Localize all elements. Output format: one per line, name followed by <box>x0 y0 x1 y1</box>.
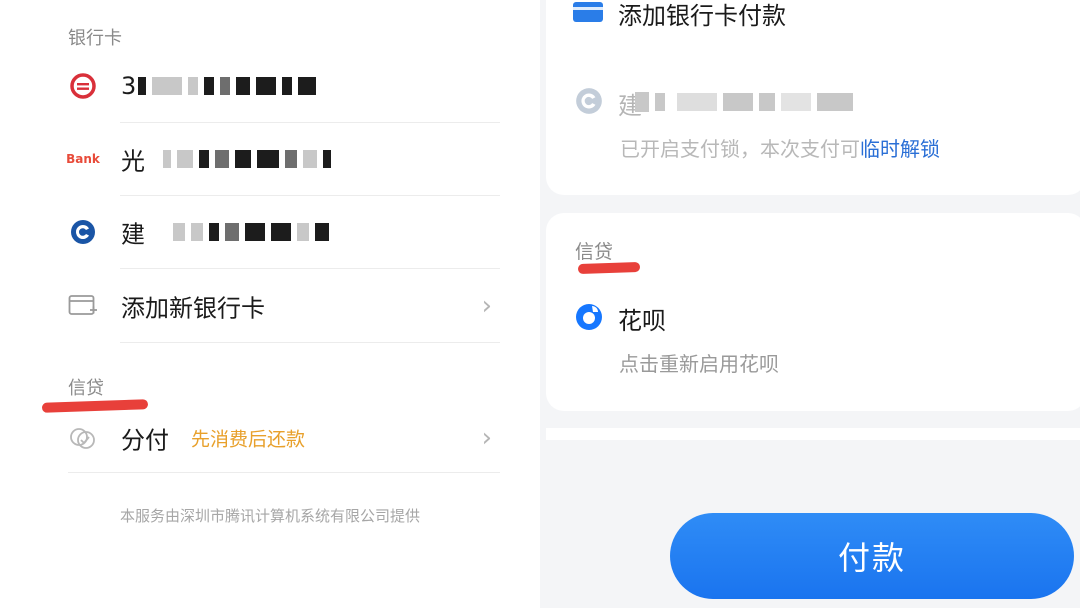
divider <box>68 472 500 473</box>
service-provider-note: 本服务由深圳市腾讯计算机系统有限公司提供 <box>119 507 420 525</box>
ccb-icon <box>68 217 98 247</box>
add-new-card-row[interactable]: 添加新银行卡 › <box>68 270 500 342</box>
divider <box>120 268 500 269</box>
masked-card-number <box>138 77 316 95</box>
bank-badge-text: Bank <box>66 152 100 166</box>
fenfu-label: 分付 <box>121 426 169 455</box>
bank-red-icon <box>68 71 98 101</box>
payment-lock-notice: 已开启支付锁，本次支付可临时解锁 <box>620 133 940 162</box>
bank-orange-icon: Bank <box>66 144 100 174</box>
fenfu-subtitle: 先消费后还款 <box>191 428 306 451</box>
bank-card-row-2[interactable]: Bank 光 <box>66 123 500 195</box>
section-label-credit: 信贷 <box>575 241 614 263</box>
add-card-icon <box>68 291 98 321</box>
pay-button[interactable]: 付款 <box>670 513 1074 599</box>
card-icon <box>573 0 603 26</box>
fenfu-row[interactable]: 分付 先消费后还款 › <box>68 402 500 474</box>
divider <box>120 342 500 343</box>
huabei-label[interactable]: 花呗 <box>618 301 666 336</box>
huabei-icon <box>574 302 604 332</box>
section-label-bank-cards: 银行卡 <box>68 28 122 49</box>
section-divider-strip <box>546 428 1080 440</box>
payment-lock-text: 已开启支付锁，本次支付可 <box>620 137 860 161</box>
bank-card-row-3[interactable]: 建 <box>68 196 500 268</box>
chevron-right-icon: › <box>481 291 492 321</box>
bank-card-row-1[interactable]: 3 <box>68 50 500 122</box>
fenfu-icon <box>68 423 98 453</box>
bank-card-name: 3 <box>121 72 137 100</box>
masked-card-number <box>173 223 329 241</box>
ccb-icon <box>574 86 604 116</box>
bank-card-name: 光 <box>121 147 145 176</box>
chevron-right-icon: › <box>481 423 492 453</box>
masked-card-number <box>635 92 853 112</box>
left-panel: 银行卡 3 Bank 光 建 添加新银行卡 › 信贷 分付 先消费后还款 › 本… <box>0 0 540 608</box>
add-new-card-label: 添加新银行卡 <box>121 294 265 323</box>
huabei-reenable-hint[interactable]: 点击重新启用花呗 <box>619 348 779 377</box>
section-label-credit: 信贷 <box>68 378 104 399</box>
bank-card-name: 建 <box>121 220 145 249</box>
masked-card-number <box>163 150 331 168</box>
temporary-unlock-link[interactable]: 临时解锁 <box>860 137 940 161</box>
add-bank-card-pay-label[interactable]: 添加银行卡付款 <box>618 0 786 31</box>
